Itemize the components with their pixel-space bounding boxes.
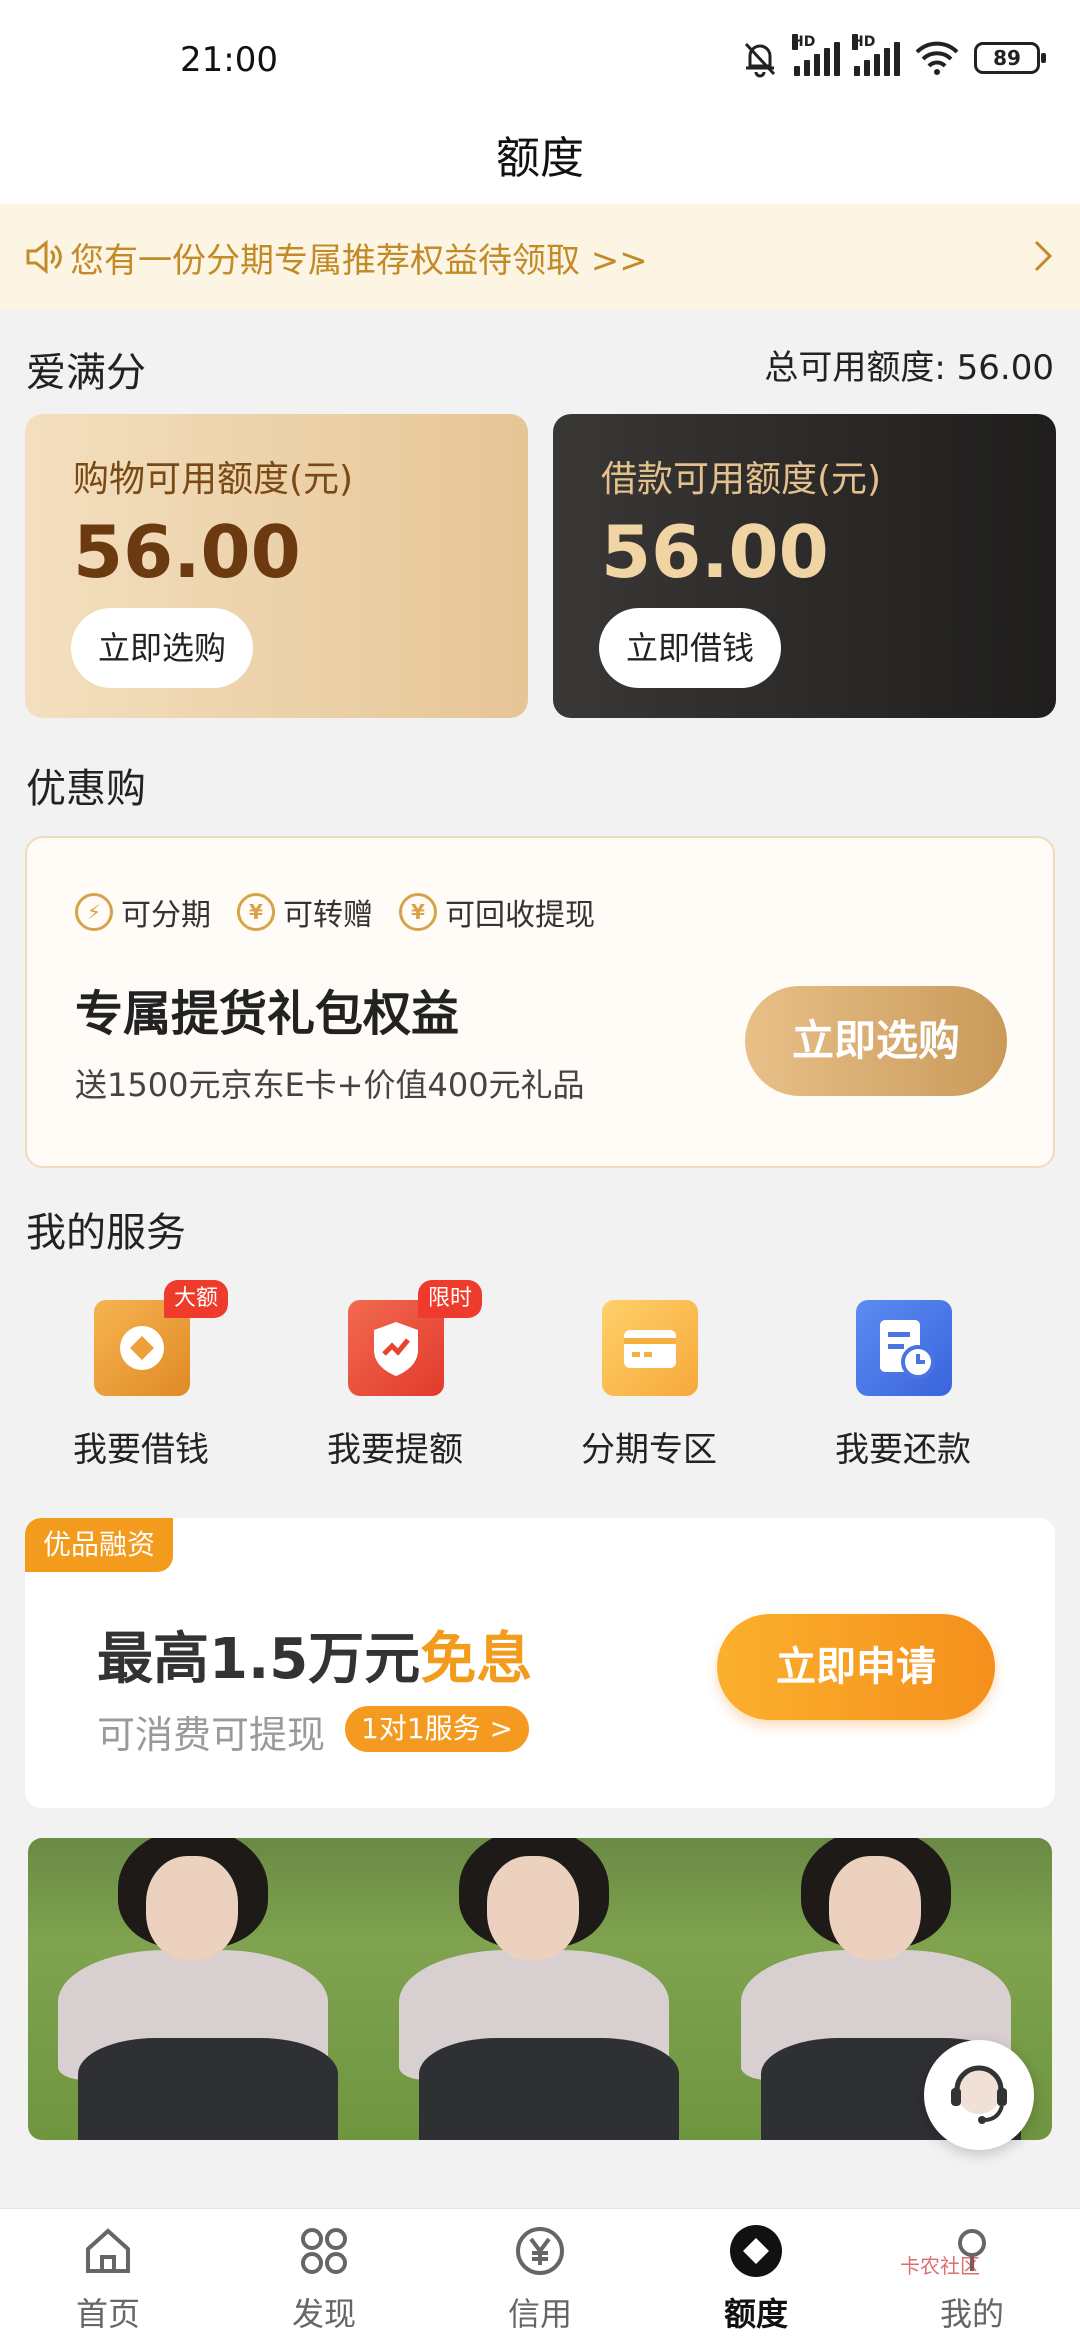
tab-label: 信用 <box>507 2295 572 2333</box>
bell-muted-icon <box>744 42 776 78</box>
loan-credit-amount: 56.00 <box>601 510 829 594</box>
finance-subtitle: 可消费可提现 <box>97 1713 326 1757</box>
promo-shop-now-button[interactable]: 立即选购 <box>745 986 1007 1096</box>
one-on-one-service-pill[interactable]: 1对1服务 > <box>345 1706 529 1752</box>
finance-tag: 优品融资 <box>25 1518 174 1572</box>
service-label: 分期专区 <box>581 1430 717 1470</box>
feature-cashout: ¥ 可回收提现 <box>399 890 595 934</box>
shopping-credit-card[interactable]: 购物可用额度(元) 56.00 立即选购 <box>25 414 528 718</box>
signal-icon: HD <box>792 34 840 76</box>
services-grid: 大额 我要借钱 限时 我要提额 分期专区 我要还款 <box>0 1280 1080 1476</box>
service-label: 我要借钱 <box>73 1430 209 1470</box>
home-icon <box>86 2228 130 2273</box>
finance-promo-card[interactable]: 优品融资 最高1.5万元免息 可消费可提现 1对1服务 > 立即申请 <box>25 1518 1055 1808</box>
card-icon <box>602 1300 698 1396</box>
grid-icon <box>301 2228 347 2274</box>
service-installment-zone[interactable]: 分期专区 <box>522 1296 776 1476</box>
shopping-credit-amount: 56.00 <box>73 510 301 594</box>
feature-label: 可回收提现 <box>445 898 595 933</box>
service-badge: 限时 <box>418 1280 483 1318</box>
apply-now-button[interactable]: 立即申请 <box>717 1614 995 1720</box>
finance-title-prefix: 最高1.5万元 <box>97 1627 421 1692</box>
tab-credit[interactable]: 信用 <box>432 2209 648 2340</box>
promo-subtitle: 送1500元京东E卡+价值400元礼品 <box>75 1066 585 1104</box>
feature-row: ⚡ 可分期 ¥ 可转赠 ¥ 可回收提现 <box>75 890 595 934</box>
tab-label: 我的 <box>939 2295 1004 2333</box>
hd-label: HD <box>852 34 876 50</box>
shop-now-button[interactable]: 立即选购 <box>71 608 253 688</box>
tab-quota[interactable]: 额度 <box>648 2209 864 2340</box>
feature-installment: ⚡ 可分期 <box>75 890 211 934</box>
feature-label: 可分期 <box>121 898 211 933</box>
feature-label: 可转赠 <box>283 898 373 933</box>
tab-label: 首页 <box>75 2295 140 2333</box>
yuan-coin-icon: ¥ <box>399 893 437 931</box>
headset-icon <box>951 2065 1007 2124</box>
total-credit: 总可用额度: 56.00 <box>764 348 1054 388</box>
title-bar: 额度 <box>0 100 1080 204</box>
loan-credit-label: 借款可用额度(元) <box>601 459 882 500</box>
yuan-icon <box>516 2227 564 2275</box>
service-badge: 大额 <box>164 1280 229 1318</box>
signal-icon: HD <box>852 34 900 76</box>
banner-photo <box>28 1838 370 2140</box>
status-icons: HD HD 89 <box>740 34 1046 78</box>
status-time: 21:00 <box>180 40 278 80</box>
wifi-icon <box>915 41 959 75</box>
promo-section-title: 优惠购 <box>26 766 146 812</box>
borrow-now-button[interactable]: 立即借钱 <box>599 608 781 688</box>
finance-title-highlight: 免息 <box>420 1627 533 1692</box>
services-section-title: 我的服务 <box>26 1210 186 1256</box>
loan-credit-card[interactable]: 借款可用额度(元) 56.00 立即借钱 <box>553 414 1056 718</box>
shopping-credit-label: 购物可用额度(元) <box>73 459 354 500</box>
credit-section-title: 爱满分 <box>26 350 146 396</box>
service-raise-limit[interactable]: 限时 我要提额 <box>268 1280 522 1476</box>
tab-home[interactable]: 首页 <box>0 2209 216 2340</box>
customer-service-button[interactable] <box>924 2040 1034 2150</box>
page-title: 额度 <box>496 133 584 184</box>
notice-text: 您有一份分期专属推荐权益待领取 >> <box>70 240 648 281</box>
hd-label: HD <box>792 34 816 50</box>
promo-title: 专属提货礼包权益 <box>75 986 460 1042</box>
promo-card[interactable]: ⚡ 可分期 ¥ 可转赠 ¥ 可回收提现 专属提货礼包权益 送1500元京东E卡+… <box>25 836 1055 1168</box>
tab-discover[interactable]: 发现 <box>216 2209 432 2340</box>
diamond-icon <box>730 2225 782 2277</box>
tab-label: 发现 <box>291 2295 356 2333</box>
chevron-right-icon <box>1034 240 1053 272</box>
notice-bar[interactable]: 您有一份分期专属推荐权益待领取 >> <box>0 204 1080 310</box>
service-label: 我要还款 <box>835 1430 971 1470</box>
speaker-icon <box>26 239 62 275</box>
finance-title: 最高1.5万元免息 <box>97 1614 532 1695</box>
tab-label: 额度 <box>723 2295 788 2333</box>
lightning-coin-icon: ⚡ <box>75 893 113 931</box>
feature-transfer: ¥ 可转赠 <box>237 890 373 934</box>
photo-banner[interactable] <box>28 1838 1052 2140</box>
service-borrow[interactable]: 大额 我要借钱 <box>14 1280 268 1476</box>
service-repay[interactable]: 我要还款 <box>776 1296 1030 1476</box>
yuan-coin-icon: ¥ <box>237 893 275 931</box>
service-label: 我要提额 <box>327 1430 463 1470</box>
bill-clock-icon <box>856 1300 952 1396</box>
banner-photo <box>369 1838 711 2140</box>
battery-icon: 89 <box>974 42 1046 74</box>
watermark: 卡农社区 <box>900 2254 980 2278</box>
